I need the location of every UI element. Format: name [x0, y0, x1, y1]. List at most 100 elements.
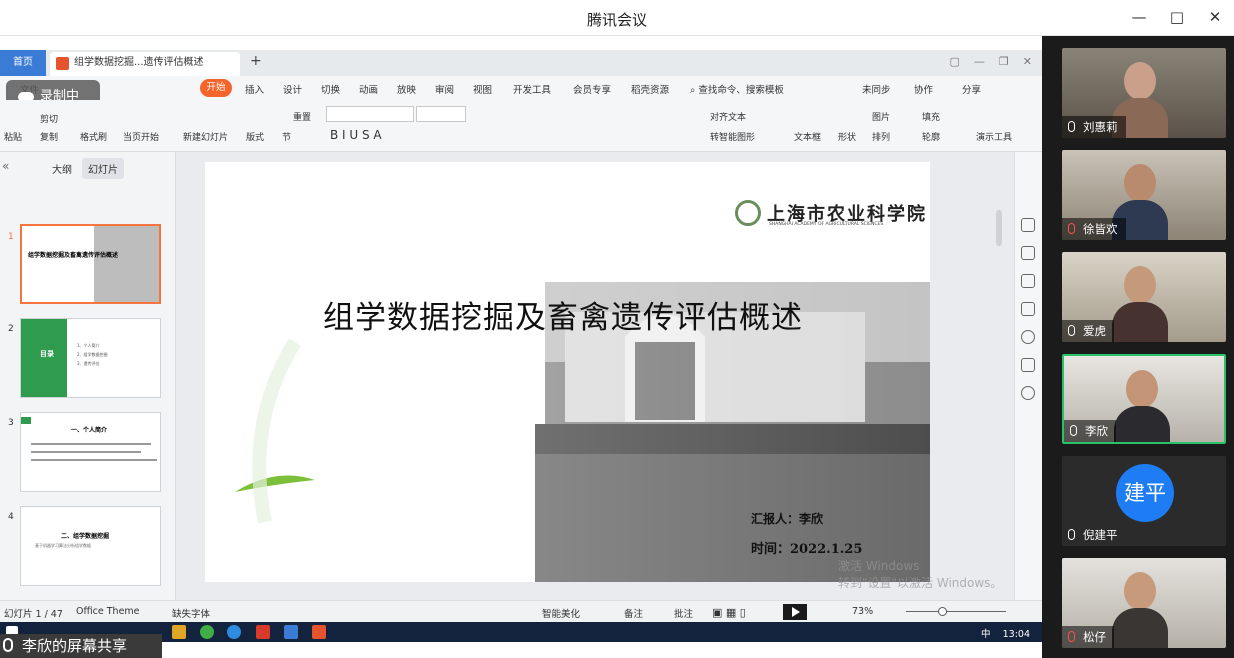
restore-icon[interactable]: ❐ [999, 55, 1009, 68]
zoom-slider-knob[interactable] [938, 607, 947, 616]
notes-toggle[interactable]: 备注 [624, 606, 643, 620]
wps-writer-icon[interactable] [256, 625, 270, 639]
participant-namebar: 李欣 [1064, 420, 1116, 442]
menu-view[interactable]: 视图 [473, 82, 492, 96]
minimize-icon[interactable]: — [974, 55, 985, 68]
smart-beautify[interactable]: 智能美化 [542, 606, 580, 620]
tray-language[interactable]: 中 [981, 629, 991, 640]
textbox-button[interactable]: 文本框 [794, 130, 821, 143]
image-icon[interactable] [1021, 358, 1035, 372]
menu-slideshow[interactable]: 放映 [397, 82, 416, 96]
missing-font[interactable]: 缺失字体 [172, 606, 210, 620]
sync-status[interactable]: 未同步 [862, 82, 891, 96]
new-slide-button[interactable]: 新建幻灯片 [183, 130, 228, 143]
menu-insert[interactable]: 插入 [245, 82, 264, 96]
wps-home-tab[interactable]: 首页 [0, 50, 46, 76]
menu-design[interactable]: 设计 [283, 82, 302, 96]
shape-button[interactable]: 形状 [838, 130, 856, 143]
window-title: 腾讯会议 [586, 11, 647, 29]
layout-icon[interactable]: ▢ [950, 55, 960, 68]
collapse-panel-icon[interactable]: « [2, 159, 9, 173]
property-icon[interactable] [1021, 218, 1035, 232]
thumb-green-tag [21, 417, 31, 424]
zoom-level[interactable]: 73% [852, 606, 873, 617]
slide-thumbnail-4[interactable]: 二、组学数据挖掘 基于机器学习算法分析组学数据 [20, 506, 161, 586]
font-style-buttons[interactable]: B I U S A [330, 128, 382, 142]
tab-slides[interactable]: 幻灯片 [82, 158, 124, 179]
command-search[interactable]: ⌕ 查找命令、搜索模板 [690, 82, 784, 96]
tab-outline[interactable]: 大纲 [52, 161, 72, 176]
collaborate-button[interactable]: 协作 [914, 82, 933, 96]
microphone-muted-icon [1068, 631, 1075, 642]
arrange-button[interactable]: 排列 [872, 130, 890, 143]
picture-button[interactable]: 图片 [872, 110, 890, 123]
screen-share-label: 李欣的屏幕共享 [0, 634, 162, 658]
present-tools-button[interactable]: 演示工具 [976, 130, 1012, 143]
thumb-toc-item: 1、个人简介 [77, 343, 100, 348]
meeting-titlebar: 腾讯会议 — □ ✕ [0, 0, 1234, 36]
menu-review[interactable]: 审阅 [435, 82, 454, 96]
minimize-button[interactable]: — [1128, 6, 1150, 28]
pin-icon[interactable] [1021, 274, 1035, 288]
slide-thumbnail-2[interactable]: 目录 1、个人简介 2、组学数据挖掘 3、遗传评估 [20, 318, 161, 398]
font-name-select[interactable] [326, 106, 414, 122]
maximize-button[interactable]: □ [1166, 6, 1188, 28]
menu-animation[interactable]: 动画 [359, 82, 378, 96]
share-button[interactable]: 分享 [962, 82, 981, 96]
menu-member[interactable]: 会员专享 [573, 82, 611, 96]
location-icon[interactable] [1021, 386, 1035, 400]
mail-icon[interactable] [284, 625, 298, 639]
outline-button[interactable]: 轮廓 [922, 130, 940, 143]
menu-start[interactable]: 开始 [200, 79, 232, 97]
wps-presentation-icon[interactable] [312, 625, 326, 639]
paste-button[interactable]: 粘贴 [4, 130, 22, 143]
copy-button[interactable]: 复制 [40, 130, 58, 143]
meeting-app-icon[interactable] [227, 625, 241, 639]
participant-video-figure [1114, 370, 1170, 442]
participant-tile[interactable]: 爱虎 [1062, 252, 1226, 342]
play-from-current-button[interactable]: 当页开始 [123, 130, 159, 143]
participant-namebar: 松仔 [1062, 626, 1114, 648]
help-icon[interactable] [1021, 330, 1035, 344]
browser-icon[interactable] [200, 625, 214, 639]
participant-tile[interactable]: 徐皆欢 [1062, 150, 1226, 240]
academy-logo-english: SHANGHAI ACADEMY OF AGRICULTURAL SCIENCE… [769, 222, 884, 227]
zoom-slider-track[interactable] [906, 611, 1006, 612]
close-icon[interactable]: ✕ [1023, 55, 1032, 68]
layout-button[interactable]: 版式 [246, 130, 264, 143]
participant-tile-active-speaker[interactable]: 李欣 [1062, 354, 1226, 444]
align-text-button[interactable]: 对齐文本 [710, 110, 746, 123]
slide-thumbnail-1[interactable]: 组学数据挖掘及畜禽遗传评估概述 [20, 224, 161, 304]
cut-button[interactable]: 剪切 [40, 112, 58, 125]
microphone-icon [3, 638, 13, 652]
wps-document-tab[interactable]: 组学数据挖掘...遗传评估概述 [50, 52, 240, 76]
participant-tile[interactable]: 建平 倪建平 [1062, 456, 1226, 546]
fill-button[interactable]: 填充 [922, 110, 940, 123]
play-icon [792, 607, 800, 617]
close-button[interactable]: ✕ [1204, 6, 1226, 28]
section-button[interactable]: 节 [282, 130, 291, 143]
font-size-select[interactable] [416, 106, 466, 122]
smartart-button[interactable]: 转智能图形 [710, 130, 755, 143]
participant-tile[interactable]: 刘惠莉 [1062, 48, 1226, 138]
current-slide[interactable]: 上海市农业科学院 SHANGHAI ACADEMY OF AGRICULTURA… [205, 162, 930, 582]
thumb-subtitle: 基于机器学习算法分析组学数据 [35, 543, 91, 548]
screen-share-owner: 李欣的屏幕共享 [22, 637, 128, 655]
new-tab-button[interactable]: + [250, 53, 262, 69]
copy-icon[interactable] [1021, 302, 1035, 316]
menu-docer[interactable]: 稻壳资源 [631, 82, 669, 96]
explorer-icon[interactable] [172, 625, 186, 639]
comments-toggle[interactable]: 批注 [674, 606, 693, 620]
vertical-scrollbar[interactable] [996, 210, 1002, 246]
menu-transition[interactable]: 切换 [321, 82, 340, 96]
play-slideshow-button[interactable] [783, 604, 807, 620]
format-painter-button[interactable]: 格式刷 [80, 130, 107, 143]
view-mode-icons[interactable]: ▣ ▦ ▯ [712, 606, 746, 619]
reset-button[interactable]: 重置 [293, 110, 311, 123]
microphone-icon [1068, 529, 1075, 540]
menu-developer[interactable]: 开发工具 [513, 82, 551, 96]
settings-slider-icon[interactable] [1021, 246, 1035, 260]
slide-thumbnail-3[interactable]: 一、个人简介 [20, 412, 161, 492]
participant-tile[interactable]: 松仔 [1062, 558, 1226, 648]
wps-status-bar: 幻灯片 1 / 47 Office Theme 缺失字体 智能美化 备注 批注 … [0, 600, 1042, 622]
